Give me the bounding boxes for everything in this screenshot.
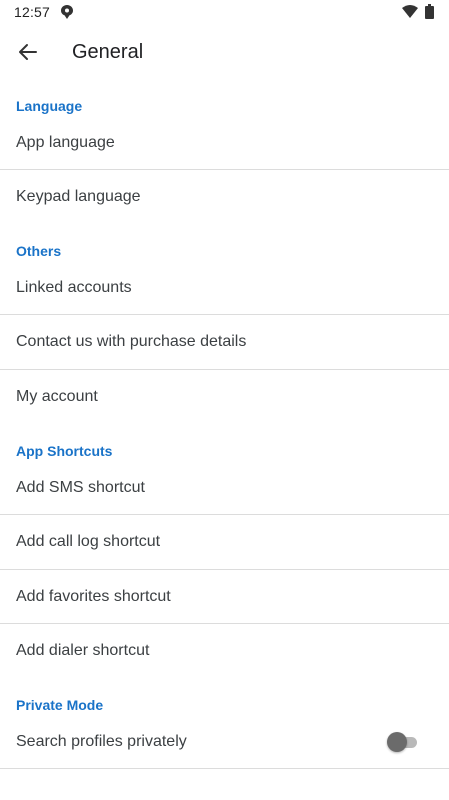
setting-contact-us[interactable]: Contact us with purchase details — [0, 315, 449, 369]
section-header-others: Others — [16, 243, 62, 259]
status-bar: 12:57 — [0, 0, 449, 24]
setting-label: My account — [16, 388, 98, 405]
setting-search-profiles-privately[interactable]: Search profiles privately — [0, 715, 449, 769]
setting-app-language[interactable]: App language — [0, 116, 449, 170]
app-bar: General — [0, 24, 449, 80]
setting-label: Linked accounts — [16, 279, 132, 296]
section-header-private-mode: Private Mode — [16, 697, 104, 713]
setting-label: Keypad language — [16, 188, 141, 205]
page-title: General — [72, 41, 144, 63]
setting-label: Add dialer shortcut — [16, 642, 150, 659]
section-header-app-shortcuts: App Shortcuts — [16, 443, 113, 459]
status-time: 12:57 — [14, 4, 51, 20]
setting-label: Add favorites shortcut — [16, 588, 171, 605]
toggle-thumb — [387, 732, 407, 752]
setting-add-dialer-shortcut[interactable]: Add dialer shortcut — [0, 624, 449, 678]
settings-screen: 12:57 General Language App language Keyp… — [0, 0, 449, 800]
wifi-icon — [402, 5, 418, 19]
section-header-language: Language — [16, 98, 83, 114]
arrow-back-icon — [19, 44, 37, 60]
setting-label: Contact us with purchase details — [16, 333, 247, 350]
setting-keypad-language[interactable]: Keypad language — [0, 170, 449, 224]
setting-label: Search profiles privately — [16, 733, 187, 750]
setting-add-sms-shortcut[interactable]: Add SMS shortcut — [0, 461, 449, 515]
notification-icon — [60, 4, 74, 20]
battery-icon — [425, 4, 434, 19]
back-button[interactable] — [12, 36, 44, 68]
setting-label: Add call log shortcut — [16, 533, 161, 550]
setting-add-call-log-shortcut[interactable]: Add call log shortcut — [0, 515, 449, 569]
setting-label: App language — [16, 134, 115, 151]
setting-linked-accounts[interactable]: Linked accounts — [0, 261, 449, 315]
private-search-toggle[interactable] — [387, 732, 421, 752]
setting-label: Add SMS shortcut — [16, 479, 145, 496]
divider — [0, 768, 449, 769]
setting-add-favorites-shortcut[interactable]: Add favorites shortcut — [0, 570, 449, 624]
setting-my-account[interactable]: My account — [0, 370, 449, 424]
